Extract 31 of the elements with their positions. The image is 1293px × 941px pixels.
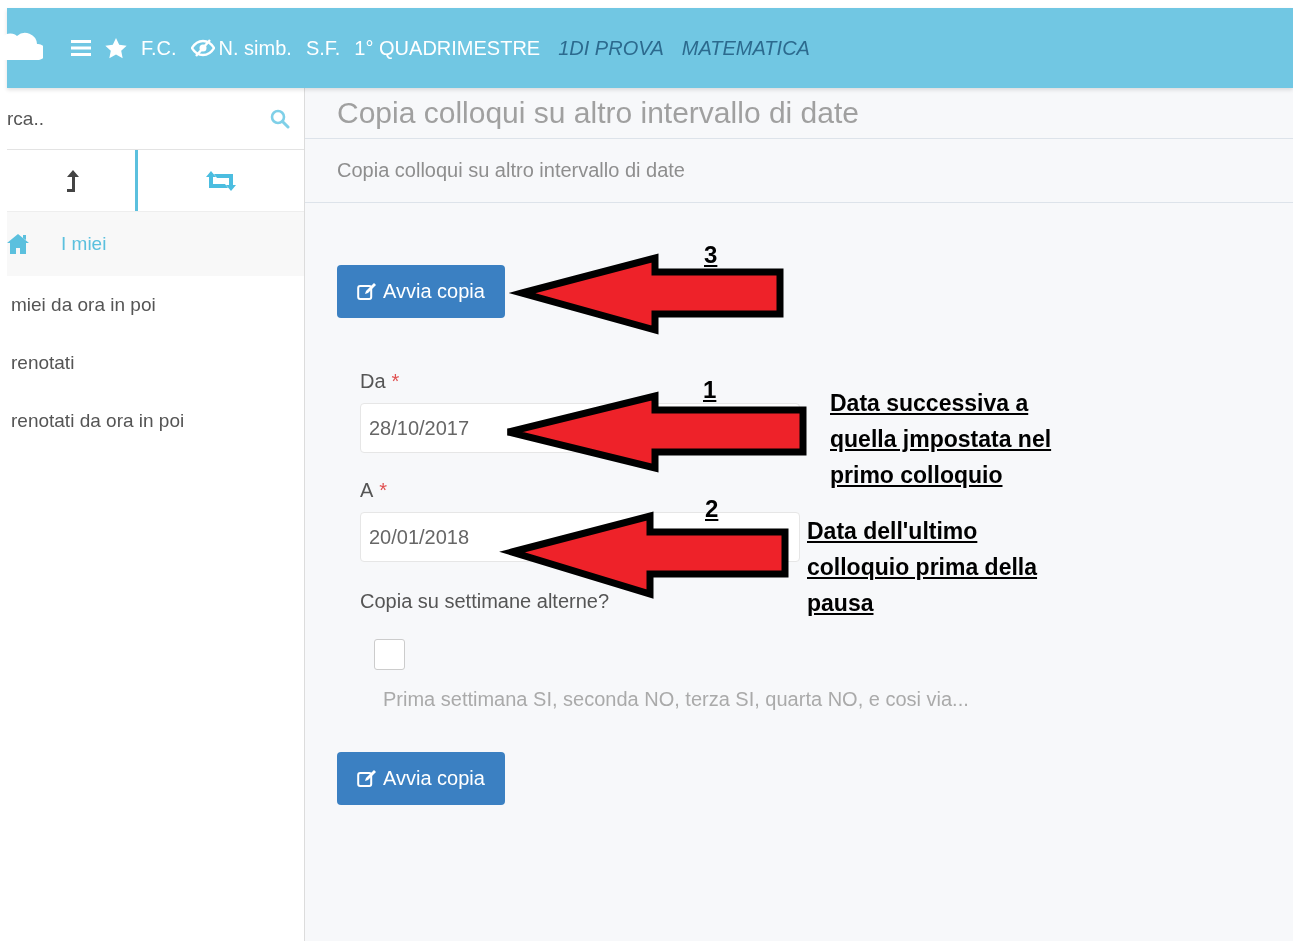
question-label: Copia su settimane alterne? — [360, 590, 610, 613]
search-field[interactable]: rca.. — [7, 107, 227, 130]
edit-icon — [357, 769, 377, 788]
context-label: MATEMATICA — [681, 36, 810, 60]
search-icon[interactable] — [270, 108, 290, 129]
menu-icon[interactable] — [71, 39, 91, 57]
field-label: Da — [360, 370, 386, 393]
start-copy-button[interactable]: Avvia copia — [337, 265, 505, 318]
field-label: A — [360, 479, 374, 502]
retweet-icon — [206, 170, 236, 191]
page-subtitle: Copia colloqui su altro intervallo di date — [337, 159, 685, 182]
up-arrow-icon — [65, 169, 80, 192]
page-title: Copia colloqui su altro intervallo di date — [337, 95, 859, 131]
eye-slash-icon — [190, 39, 215, 57]
number-overlay: 3 — [704, 243, 718, 267]
help-text: Prima settimana SI, seconda NO, terza SI, quarta NO, e cosi via... — [383, 688, 969, 711]
sidebar-item[interactable]: miei da ora in poi — [7, 276, 304, 334]
note-overlay: Data successiva a quella jmpostata nel primo colloquio — [830, 389, 1053, 490]
sidebar-item[interactable]: renotati da ora in poi — [7, 392, 304, 450]
required-mark: * — [379, 479, 388, 502]
star-icon[interactable] — [105, 37, 127, 59]
note-overlay: Data dell'ultimo colloquio prima della pausa — [807, 517, 1039, 618]
edit-icon — [357, 282, 377, 301]
sidebar-item[interactable]: renotati — [7, 334, 304, 392]
home-icon — [7, 234, 29, 254]
number-overlay: 2 — [705, 497, 719, 521]
context-label: 1DI PROVA — [558, 36, 664, 60]
required-mark: * — [391, 370, 400, 393]
start-copy-button[interactable]: Avvia copia — [337, 752, 505, 805]
number-overlay: 1 — [703, 378, 717, 402]
checkbox[interactable] — [374, 639, 405, 670]
